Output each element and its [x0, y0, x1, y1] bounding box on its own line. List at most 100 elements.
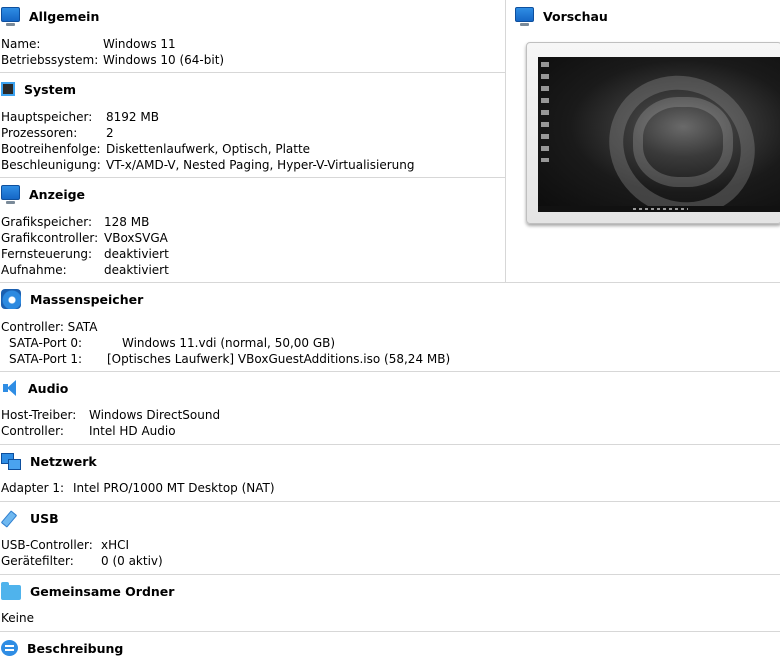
section-network-header[interactable]: Netzwerk [0, 448, 97, 474]
info-label: Grafikspeicher: [1, 215, 93, 229]
speech-bubble-icon [1, 640, 18, 656]
info-value: [Optisches Laufwerk] VBoxGuestAdditions.… [107, 352, 451, 366]
info-label: Adapter 1: [1, 481, 65, 495]
info-row: Name: Windows 11 [1, 36, 176, 52]
usb-icon [1, 508, 21, 528]
info-row: Beschleunigung: VT-x/AMD-V, Nested Pagin… [1, 157, 415, 173]
section-preview-header[interactable]: Vorschau [514, 3, 608, 29]
info-label: Fernsteuerung: [1, 247, 93, 261]
section-display-header[interactable]: Anzeige [0, 181, 85, 207]
network-icon [1, 451, 21, 471]
info-label: Hauptspeicher: [1, 110, 93, 124]
desktop-icons [541, 62, 549, 162]
chip-icon [1, 82, 15, 96]
info-label: Controller: SATA [1, 320, 98, 334]
info-label: Host-Treiber: [1, 408, 77, 422]
info-value: Windows 10 (64-bit) [103, 53, 225, 67]
info-value: Windows 11.vdi (normal, 50,00 GB) [122, 336, 336, 350]
section-preview-title: Vorschau [543, 8, 608, 24]
section-storage-header[interactable]: Massenspeicher [0, 286, 143, 312]
info-label: SATA-Port 0: [9, 336, 83, 350]
info-value: deaktiviert [104, 263, 169, 277]
divider [0, 177, 505, 178]
info-label: SATA-Port 1: [9, 352, 83, 366]
info-value: VBoxSVGA [104, 231, 168, 245]
section-system-header[interactable]: System [0, 76, 76, 102]
section-general-title: Allgemein [29, 8, 100, 24]
vm-taskbar [538, 206, 780, 212]
info-value: Windows 11 [103, 37, 176, 51]
monitor-icon [1, 7, 20, 26]
info-value: 8192 MB [106, 110, 159, 124]
info-value: Intel HD Audio [89, 424, 176, 438]
info-row: SATA-Port 0: Windows 11.vdi (normal, 50,… [9, 335, 335, 351]
section-display: Anzeige Grafikspeicher: 128 MB Grafikcon… [0, 181, 505, 283]
divider [0, 371, 780, 372]
info-row: Hauptspeicher: 8192 MB [1, 109, 159, 125]
info-label: Grafikcontroller: [1, 231, 99, 245]
section-system: System Hauptspeicher: 8192 MB Prozessore… [0, 76, 505, 178]
speaker-icon [1, 378, 19, 398]
divider [0, 444, 780, 445]
vertical-divider [505, 0, 506, 282]
disk-icon [1, 289, 21, 309]
info-row: Keine [1, 610, 34, 626]
section-general-header[interactable]: Allgemein [0, 3, 99, 29]
section-usb: USB USB-Controller: xHCI Gerätefilter: 0… [0, 505, 780, 575]
divider [0, 282, 780, 283]
section-network-title: Netzwerk [30, 453, 97, 469]
section-shared-folders-header[interactable]: Gemeinsame Ordner [0, 578, 174, 604]
info-row: Aufnahme: deaktiviert [1, 262, 169, 278]
info-label: Beschleunigung: [1, 158, 101, 172]
section-description: Beschreibung [0, 635, 780, 660]
info-row: Fernsteuerung: deaktiviert [1, 246, 169, 262]
info-row: Grafikcontroller: VBoxSVGA [1, 230, 168, 246]
section-storage: Massenspeicher Controller: SATA SATA-Por… [0, 286, 780, 372]
info-value: 2 [106, 126, 114, 140]
info-row: Controller: Intel HD Audio [1, 423, 176, 439]
section-description-title: Beschreibung [27, 640, 124, 656]
section-audio-title: Audio [28, 380, 69, 396]
info-value: deaktiviert [104, 247, 169, 261]
section-display-title: Anzeige [29, 186, 86, 202]
info-label: Prozessoren: [1, 126, 78, 140]
vm-preview-screen [538, 57, 780, 212]
section-shared-folders: Gemeinsame Ordner Keine [0, 578, 780, 632]
section-shared-folders-title: Gemeinsame Ordner [30, 583, 175, 599]
section-audio-header[interactable]: Audio [0, 375, 68, 401]
divider [0, 501, 780, 502]
info-label: USB-Controller: [1, 538, 93, 552]
divider [0, 631, 780, 632]
info-value: Diskettenlaufwerk, Optisch, Platte [106, 142, 311, 156]
info-row: Adapter 1: Intel PRO/1000 MT Desktop (NA… [1, 480, 275, 496]
info-value: VT-x/AMD-V, Nested Paging, Hyper-V-Virtu… [106, 158, 415, 172]
divider [0, 72, 505, 73]
info-row: SATA-Port 1: [Optisches Laufwerk] VBoxGu… [9, 351, 450, 367]
info-label: Name: [1, 37, 41, 51]
info-label: Aufnahme: [1, 263, 67, 277]
section-network: Netzwerk Adapter 1: Intel PRO/1000 MT De… [0, 448, 780, 502]
info-value: Keine [1, 611, 34, 625]
info-row: USB-Controller: xHCI [1, 537, 129, 553]
info-value: 128 MB [104, 215, 150, 229]
monitor-icon [1, 185, 20, 204]
info-value: Windows DirectSound [89, 408, 221, 422]
info-value: xHCI [101, 538, 130, 552]
section-storage-title: Massenspeicher [30, 291, 144, 307]
section-usb-title: USB [30, 510, 59, 526]
section-audio: Audio Host-Treiber: Windows DirectSound … [0, 375, 780, 445]
section-general: Allgemein Name: Windows 11 Betriebssyste… [0, 3, 505, 73]
monitor-icon [515, 7, 534, 26]
section-description-header[interactable]: Beschreibung [0, 635, 123, 661]
preview-frame [526, 42, 780, 224]
info-label: Gerätefilter: [1, 554, 74, 568]
info-row: Grafikspeicher: 128 MB [1, 214, 149, 230]
folder-icon [1, 581, 21, 600]
section-system-title: System [24, 81, 77, 97]
info-row: Host-Treiber: Windows DirectSound [1, 407, 220, 423]
info-row: Betriebssystem: Windows 10 (64-bit) [1, 52, 224, 68]
section-usb-header[interactable]: USB [0, 505, 59, 531]
storage-controller: Controller: SATA [1, 319, 97, 335]
info-label: Controller: [1, 424, 64, 438]
info-label: Betriebssystem: [1, 53, 99, 67]
